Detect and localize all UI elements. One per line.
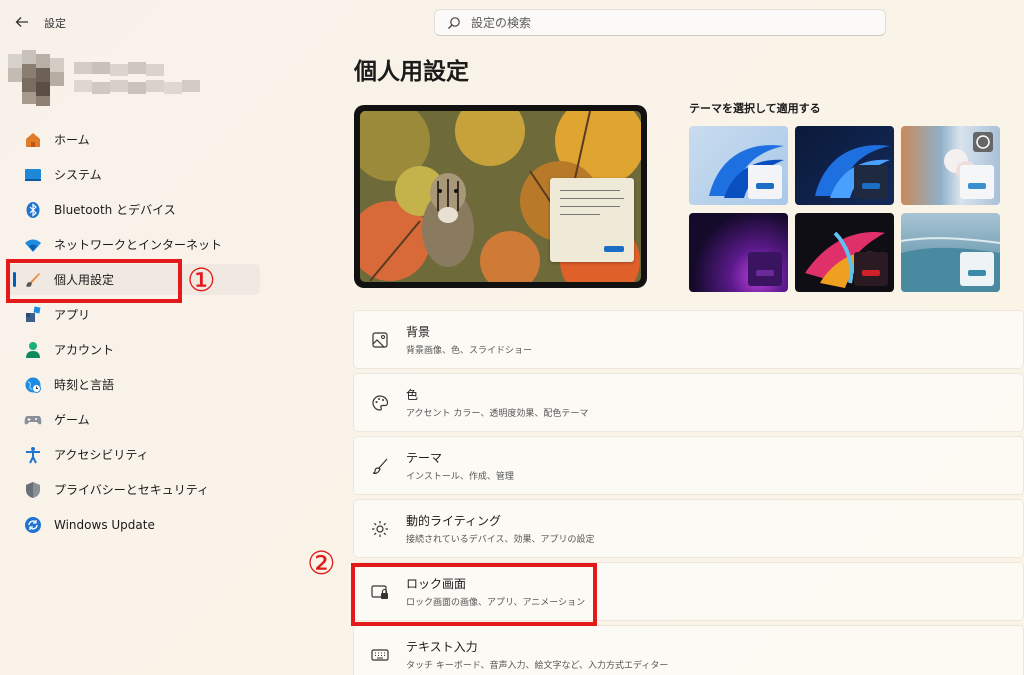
search-box[interactable] bbox=[434, 9, 886, 36]
gamepad-icon bbox=[24, 411, 42, 429]
back-button[interactable] bbox=[12, 12, 32, 32]
apps-icon bbox=[24, 306, 42, 324]
setting-text-input[interactable]: テキスト入力タッチ キーボード、音声入力、絵文字など、入力方式エディター bbox=[353, 625, 1024, 675]
palette-icon bbox=[370, 393, 390, 413]
sidebar-item-network[interactable]: ネットワークとインターネット bbox=[8, 229, 260, 260]
app-title: 設定 bbox=[44, 17, 66, 30]
shield-icon bbox=[24, 481, 42, 499]
setting-themes[interactable]: テーマインストール、作成、管理 bbox=[353, 436, 1024, 495]
sidebar-item-label: アプリ bbox=[54, 308, 91, 322]
theme-card-flow[interactable] bbox=[901, 213, 1000, 292]
sidebar-item-label: 時刻と言語 bbox=[54, 378, 115, 392]
setting-title: 色 bbox=[406, 388, 419, 402]
setting-title: 動的ライティング bbox=[406, 514, 502, 528]
annotation-number-2: ② bbox=[307, 544, 336, 582]
accessibility-icon bbox=[24, 446, 42, 464]
setting-description: 背景画像、色、スライドショー bbox=[406, 346, 533, 356]
user-name-blurred bbox=[74, 62, 200, 94]
sidebar-item-home[interactable]: ホーム bbox=[8, 124, 260, 155]
setting-title: テーマ bbox=[406, 451, 443, 465]
setting-background[interactable]: 背景背景画像、色、スライドショー bbox=[353, 310, 1024, 369]
search-icon bbox=[448, 16, 460, 29]
theme-card-spotlight[interactable] bbox=[901, 126, 1000, 205]
sidebar-item-label: システム bbox=[54, 168, 102, 182]
setting-title: テキスト入力 bbox=[406, 640, 478, 654]
sidebar-item-time-language[interactable]: 時刻と言語 bbox=[8, 369, 260, 400]
theme-card-windows-light[interactable] bbox=[689, 126, 788, 205]
brush-icon bbox=[370, 456, 390, 476]
home-icon bbox=[24, 131, 42, 149]
sidebar-item-label: ゲーム bbox=[54, 413, 90, 427]
sidebar-item-accessibility[interactable]: アクセシビリティ bbox=[8, 439, 260, 470]
setting-description: アクセント カラー、透明度効果、配色テーマ bbox=[406, 409, 589, 419]
theme-card-windows-dark[interactable] bbox=[795, 126, 894, 205]
highlight-box-personalization bbox=[6, 259, 182, 303]
theme-card-captured-motion[interactable] bbox=[795, 213, 894, 292]
theme-card-glow[interactable] bbox=[689, 213, 788, 292]
globe-clock-icon bbox=[24, 376, 42, 394]
sidebar-item-label: アクセシビリティ bbox=[54, 448, 149, 462]
annotation-number-1: ① bbox=[187, 261, 216, 299]
setting-colors[interactable]: 色アクセント カラー、透明度効果、配色テーマ bbox=[353, 373, 1024, 432]
system-icon bbox=[24, 166, 42, 184]
setting-description: タッチ キーボード、音声入力、絵文字など、入力方式エディター bbox=[406, 661, 669, 671]
preview-window bbox=[550, 178, 634, 262]
avatar[interactable] bbox=[8, 50, 72, 106]
bluetooth-icon bbox=[24, 201, 42, 219]
sidebar-item-label: ホーム bbox=[54, 133, 90, 147]
lighting-icon bbox=[370, 519, 390, 539]
sidebar-item-label: ネットワークとインターネット bbox=[54, 238, 223, 252]
sidebar-item-label: Bluetooth とデバイス bbox=[54, 203, 176, 217]
sidebar-item-apps[interactable]: アプリ bbox=[8, 299, 260, 330]
sidebar-item-label: アカウント bbox=[54, 343, 115, 357]
setting-dynamic-lighting[interactable]: 動的ライティング接続されているデバイス、効果、アプリの設定 bbox=[353, 499, 1024, 558]
sidebar-item-gaming[interactable]: ゲーム bbox=[8, 404, 260, 435]
network-icon bbox=[24, 236, 42, 254]
page-title: 個人用設定 bbox=[354, 59, 469, 85]
theme-grid bbox=[689, 126, 1001, 292]
setting-description: 接続されているデバイス、効果、アプリの設定 bbox=[406, 535, 595, 545]
back-arrow-icon bbox=[15, 17, 28, 27]
picture-icon bbox=[370, 330, 390, 350]
highlight-box-lock-screen bbox=[351, 563, 597, 626]
desktop-preview bbox=[354, 105, 647, 288]
theme-section-label: テーマを選択して適用する bbox=[689, 102, 821, 115]
sidebar-item-label: Windows Update bbox=[54, 517, 155, 532]
keyboard-icon bbox=[370, 645, 390, 665]
sidebar: ホーム システム Bluetooth とデバイス ネットワークとインターネット … bbox=[8, 124, 260, 544]
account-icon bbox=[24, 341, 42, 359]
setting-description: インストール、作成、管理 bbox=[406, 472, 514, 482]
setting-title: 背景 bbox=[406, 325, 431, 339]
sidebar-item-privacy[interactable]: プライバシーとセキュリティ bbox=[8, 474, 260, 505]
title-bar: 設定 bbox=[0, 0, 1024, 44]
update-icon bbox=[24, 516, 42, 534]
sidebar-item-system[interactable]: システム bbox=[8, 159, 260, 190]
sidebar-item-accounts[interactable]: アカウント bbox=[8, 334, 260, 365]
sidebar-item-label: プライバシーとセキュリティ bbox=[54, 483, 210, 497]
search-input[interactable] bbox=[471, 15, 851, 30]
sidebar-item-windows-update[interactable]: Windows Update bbox=[8, 509, 260, 540]
sidebar-item-bluetooth[interactable]: Bluetooth とデバイス bbox=[8, 194, 260, 225]
